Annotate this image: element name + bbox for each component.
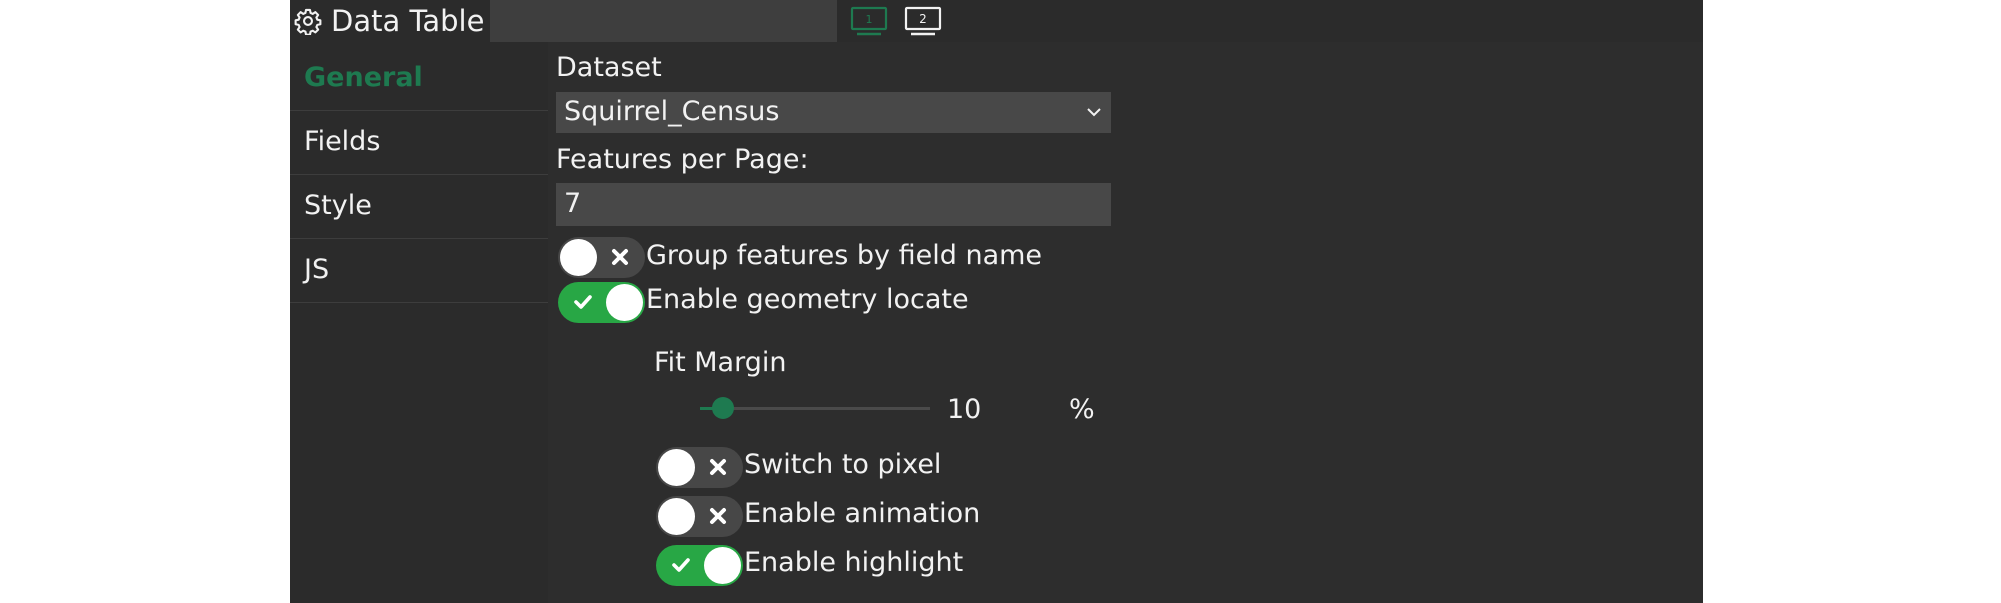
widget-title: Data Table [331,4,485,38]
toggle-knob [606,284,643,321]
dataset-select[interactable]: Squirrel_Census [556,92,1111,133]
gear-icon[interactable] [294,7,322,35]
geometry-locate-toggle[interactable] [558,282,645,323]
check-icon [672,558,690,572]
sidebar-item-fields[interactable]: Fields [290,112,548,175]
settings-sidebar: General Fields Style JS [290,48,548,603]
sidebar-item-label: Fields [304,126,381,157]
enable-animation-toggle[interactable] [656,496,743,537]
check-icon [574,295,592,309]
group-by-field-toggle[interactable] [558,237,645,278]
fit-margin-label: Fit Margin [654,347,787,378]
toggle-knob [704,547,741,584]
close-icon [612,249,628,265]
toggle-knob [658,449,695,486]
switch-to-pixel-label: Switch to pixel [744,449,942,480]
monitor-2-icon[interactable]: 2 [904,6,942,38]
toggle-knob [560,239,597,276]
toggle-knob [658,498,695,535]
monitor-1-icon[interactable]: 1 [850,6,888,38]
sidebar-item-label: General [304,62,423,93]
fit-margin-unit: % [1069,394,1095,425]
sidebar-item-general[interactable]: General [290,48,548,111]
enable-highlight-label: Enable highlight [744,547,964,578]
enable-animation-label: Enable animation [744,498,981,529]
sidebar-item-label: Style [304,190,372,221]
monitor-2-label: 2 [919,12,927,26]
switch-to-pixel-toggle[interactable] [656,447,743,488]
dataset-select-value: Squirrel_Census [564,96,780,127]
sidebar-item-style[interactable]: Style [290,176,548,239]
slider-thumb[interactable] [712,397,734,419]
features-per-page-value: 7 [564,188,582,219]
sidebar-item-label: JS [304,254,330,285]
monitor-1-label: 1 [866,13,873,26]
sidebar-item-js[interactable]: JS [290,240,548,303]
dataset-label: Dataset [556,52,662,83]
features-per-page-input[interactable]: 7 [556,183,1111,226]
data-table-widget-panel: Data Table 1 2 General Fields Style JS D… [290,0,1703,603]
enable-highlight-toggle[interactable] [656,545,743,586]
widget-name-input[interactable] [490,0,837,42]
widget-header: Data Table 1 2 [290,0,1703,42]
fit-margin-slider[interactable] [700,397,930,419]
geometry-locate-label: Enable geometry locate [646,284,969,315]
group-by-field-label: Group features by field name [646,240,1043,271]
close-icon [710,459,726,475]
chevron-down-icon [1087,108,1101,117]
features-per-page-label: Features per Page: [556,144,809,175]
fit-margin-value: 10 [947,394,982,425]
general-settings: Dataset Squirrel_Census Features per Pag… [548,42,1703,603]
close-icon [710,508,726,524]
